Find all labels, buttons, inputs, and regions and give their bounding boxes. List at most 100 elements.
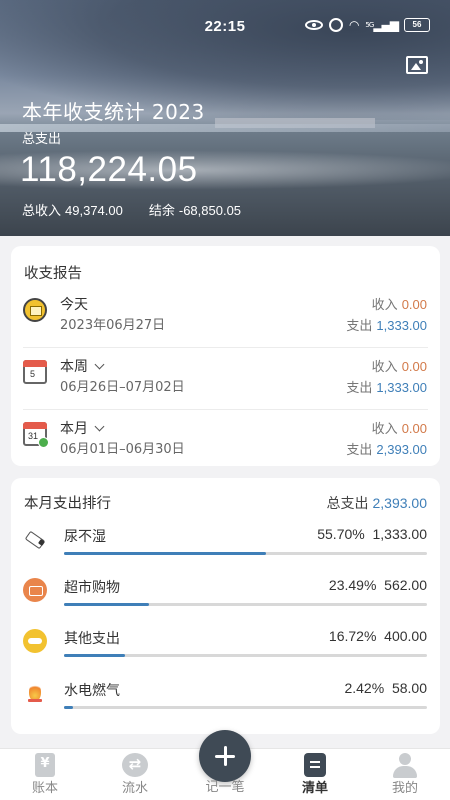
ranking-item[interactable]: 超市购物 23.49% 562.00 — [11, 570, 440, 621]
ranking-item-percent: 2.42% — [344, 680, 385, 696]
list-icon — [304, 753, 326, 777]
report-row-date: 2023年06月27日 — [60, 318, 166, 333]
chevron-down-icon[interactable] — [94, 359, 105, 370]
add-icon[interactable] — [199, 730, 251, 782]
wifi-icon: ◠ — [348, 18, 360, 32]
hero-horizon — [0, 124, 450, 132]
ranking-total-value: 2,393.00 — [372, 495, 428, 511]
tab-label: 账本 — [31, 781, 58, 796]
calendar-number: 31 — [28, 431, 39, 441]
report-row-income: 收入 0.00 — [372, 356, 427, 375]
expense-value: 1,333.00 — [376, 380, 427, 395]
ranking-item-amount: 400.00 — [384, 628, 427, 644]
income-value: 0.00 — [401, 297, 427, 312]
ranking-item-value: 2.42% 58.00 — [344, 680, 427, 696]
ranking-item[interactable]: 尿不湿 55.70% 1,333.00 — [11, 519, 440, 570]
total-income-label: 总收入 — [22, 204, 62, 219]
expense-value: 1,333.00 — [376, 318, 427, 333]
ranking-item[interactable]: 其他支出 16.72% 400.00 — [11, 621, 440, 672]
year-stats-title: 本年收支统计 2023 — [22, 100, 205, 124]
report-row-name-text: 本周 — [60, 359, 88, 375]
eye-icon — [304, 20, 323, 30]
tab-label: 清单 — [301, 781, 328, 796]
ranking-item-amount: 58.00 — [391, 680, 427, 696]
ranking-bar-fill — [64, 654, 125, 657]
ranking-item-amount: 562.00 — [384, 577, 427, 593]
ranking-bar-fill — [64, 603, 150, 606]
tab-flow[interactable]: 流水 — [90, 749, 180, 800]
tab-list[interactable]: 清单 — [270, 749, 360, 800]
calendar-badge — [38, 437, 49, 448]
report-row-name: 今天 — [60, 297, 88, 313]
status-bar: 22:15 ◠ 5G▂▄▆ 56 — [0, 0, 450, 52]
ranking-item[interactable]: 水电燃气 2.42% 58.00 — [11, 673, 440, 724]
total-income-value: 49,374.00 — [65, 203, 123, 218]
income-balance-line: 总收入 49,374.00 结余 -68,850.05 — [22, 200, 241, 219]
report-row-name-text: 本月 — [60, 421, 88, 437]
ranking-item-name: 其他支出 — [64, 631, 120, 647]
report-card: 收支报告 今天 2023年06月27日 收入 0.00 支出 1,333.00 5 … — [11, 246, 440, 466]
ranking-item-name: 尿不湿 — [64, 529, 106, 545]
calendar-week-icon: 5 — [23, 360, 47, 384]
expense-label: 支出 — [346, 443, 373, 458]
income-value: 0.00 — [401, 421, 427, 436]
signal-icon: 5G▂▄▆ — [365, 18, 399, 32]
expense-label: 支出 — [346, 319, 373, 334]
ranking-item-percent: 55.70% — [317, 526, 365, 542]
ranking-item-amount: 1,333.00 — [372, 526, 428, 542]
report-row-month[interactable]: 31 本月 06月01日–06月30日 收入 0.00 支出 2,393.00 — [11, 410, 440, 472]
calendar-number: 5 — [30, 369, 36, 379]
ranking-bar-track — [64, 706, 427, 709]
ranking-bar-track — [64, 552, 427, 555]
report-row-expense: 支出 1,333.00 — [346, 315, 427, 334]
income-value: 0.00 — [401, 359, 427, 374]
report-row-today[interactable]: 今天 2023年06月27日 收入 0.00 支出 1,333.00 — [11, 286, 440, 348]
add-record-label[interactable]: 记一笔 — [180, 776, 270, 795]
utility-fire-icon — [23, 681, 47, 705]
balance-label: 结余 — [148, 204, 175, 219]
status-icons: ◠ 5G▂▄▆ 56 — [304, 18, 430, 32]
profile-icon — [392, 753, 418, 778]
ranking-item-percent: 23.49% — [328, 577, 377, 593]
ledger-icon — [35, 753, 55, 777]
income-label: 收入 — [371, 360, 398, 375]
total-income: 总收入 49,374.00 — [22, 200, 123, 219]
ranking-item-value: 55.70% 1,333.00 — [317, 526, 427, 542]
tab-label: 我的 — [391, 781, 418, 796]
summary-header: 22:15 ◠ 5G▂▄▆ 56 本年收支统计 2023 总支出 118,224… — [0, 0, 450, 236]
signal-label: 5G — [365, 21, 374, 29]
tab-label: 流水 — [121, 781, 148, 796]
report-row-week[interactable]: 5 本周 06月26日–07月02日 收入 0.00 支出 1,333.00 — [11, 348, 440, 410]
ranking-item-value: 23.49% 562.00 — [329, 577, 427, 593]
report-row-date: 06月26日–07月02日 — [60, 380, 185, 395]
income-label: 收入 — [371, 298, 398, 313]
total-expense-amount: 118,224.05 — [20, 150, 198, 189]
ranking-item-name: 超市购物 — [64, 580, 120, 596]
ranking-bar-track — [64, 603, 427, 606]
tab-profile[interactable]: 我的 — [360, 749, 450, 800]
balance-value: -68,850.05 — [178, 203, 242, 218]
tab-ledger[interactable]: 账本 — [0, 749, 90, 800]
ranking-item-percent: 16.72% — [328, 628, 377, 644]
ranking-title: 本月支出排行 — [24, 496, 111, 512]
report-row-name: 本月 — [60, 418, 105, 438]
income-label: 收入 — [371, 422, 398, 437]
report-row-income: 收入 0.00 — [372, 418, 427, 437]
balance: 结余 -68,850.05 — [149, 200, 241, 219]
expense-value: 2,393.00 — [376, 442, 427, 457]
ranking-bar-track — [64, 654, 427, 657]
chevron-down-icon[interactable] — [94, 421, 105, 432]
report-row-expense: 支出 2,393.00 — [346, 439, 427, 458]
wallet-icon — [23, 298, 47, 322]
image-icon[interactable] — [406, 56, 428, 74]
ranking-total-label: 总支出 — [326, 496, 369, 512]
report-row-name: 本周 — [60, 356, 105, 376]
ranking-item-name: 水电燃气 — [64, 683, 120, 699]
report-row-expense: 支出 1,333.00 — [346, 377, 427, 396]
expense-label: 支出 — [346, 381, 373, 396]
report-title: 收支报告 — [24, 266, 82, 282]
transfer-icon — [122, 753, 148, 777]
shopping-cart-icon — [23, 578, 47, 602]
ranking-item-value: 16.72% 400.00 — [329, 628, 427, 644]
total-expense-label: 总支出 — [22, 132, 62, 147]
